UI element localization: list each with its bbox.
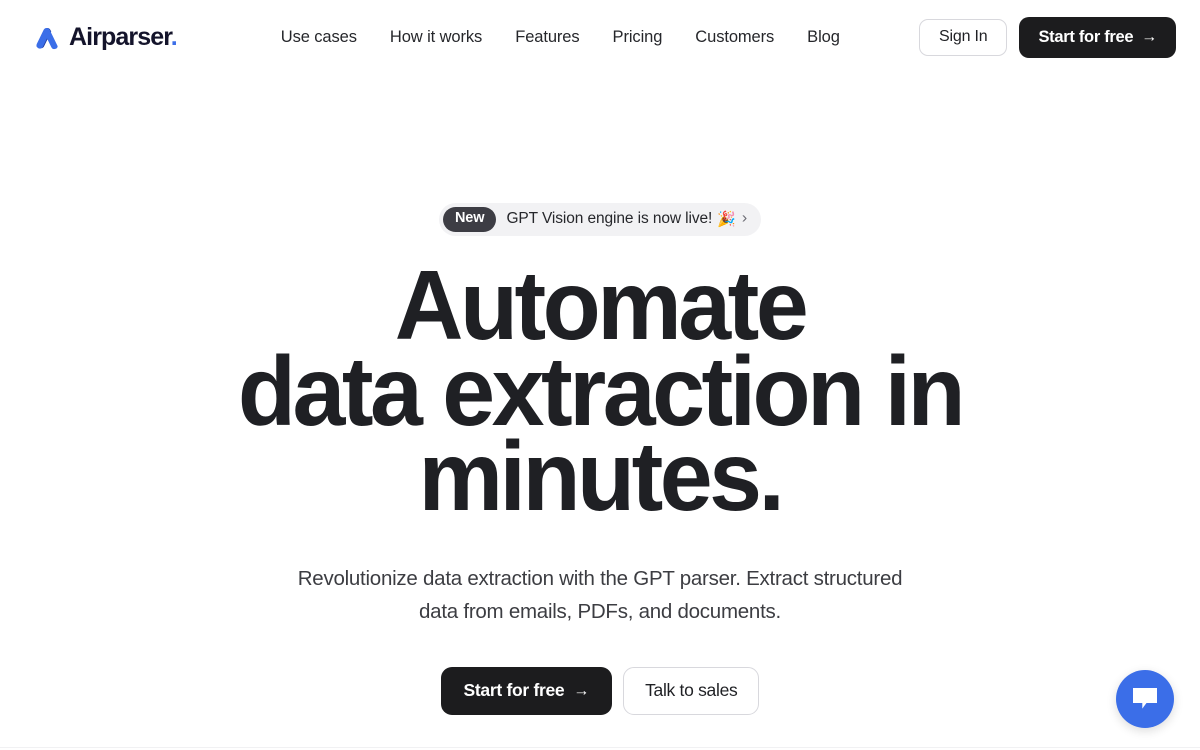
arrow-right-icon: →: [573, 682, 590, 700]
hero-start-label: Start for free: [463, 680, 565, 701]
party-popper-icon: 🎉: [717, 211, 736, 229]
announcement-text-group: GPT Vision engine is now live! 🎉 ›: [506, 210, 747, 228]
page-title: Automate data extraction in minutes.: [18, 256, 1182, 532]
header-start-label: Start for free: [1038, 27, 1134, 46]
nav-item-customers[interactable]: Customers: [695, 28, 774, 47]
nav-item-features[interactable]: Features: [515, 28, 579, 47]
main-navigation: Use cases How it works Features Pricing …: [281, 28, 840, 47]
nav-item-blog[interactable]: Blog: [807, 28, 840, 47]
arrow-right-icon: →: [1141, 28, 1157, 46]
announcement-new-badge: New: [442, 207, 497, 232]
brand-name-text: Airparser: [69, 22, 172, 51]
talk-to-sales-button[interactable]: Talk to sales: [623, 666, 760, 715]
sign-in-button[interactable]: Sign In: [919, 18, 1008, 56]
announcement-message: GPT Vision engine is now live!: [506, 210, 713, 228]
nav-item-use-cases[interactable]: Use cases: [281, 28, 357, 47]
hero-title-line-3: minutes.: [418, 421, 785, 532]
nav-item-how-it-works[interactable]: How it works: [390, 28, 482, 47]
page-bottom-divider: [0, 747, 1200, 748]
header-start-for-free-button[interactable]: Start for free →: [1019, 16, 1176, 58]
site-header: Airparser. Use cases How it works Featur…: [0, 0, 1200, 74]
chat-bubble-icon: [1133, 688, 1157, 709]
hero-cta-group: Start for free → Talk to sales: [0, 666, 1200, 715]
hero-section: New GPT Vision engine is now live! 🎉 › A…: [0, 74, 1200, 715]
hero-subtitle: Revolutionize data extraction with the G…: [297, 567, 903, 624]
announcement-banner[interactable]: New GPT Vision engine is now live! 🎉 ›: [438, 203, 762, 236]
hero-start-for-free-button[interactable]: Start for free →: [440, 666, 613, 715]
nav-item-pricing[interactable]: Pricing: [613, 28, 663, 47]
chat-launcher-button[interactable]: [1116, 670, 1174, 728]
airparser-chevron-logo-icon: [36, 27, 58, 50]
brand-wordmark: Airparser.: [69, 22, 178, 51]
brand-dot: .: [170, 22, 178, 51]
header-actions: Sign In Start for free →: [919, 16, 1176, 58]
brand-logo-link[interactable]: Airparser.: [32, 22, 178, 52]
chevron-right-icon: ›: [741, 209, 748, 227]
